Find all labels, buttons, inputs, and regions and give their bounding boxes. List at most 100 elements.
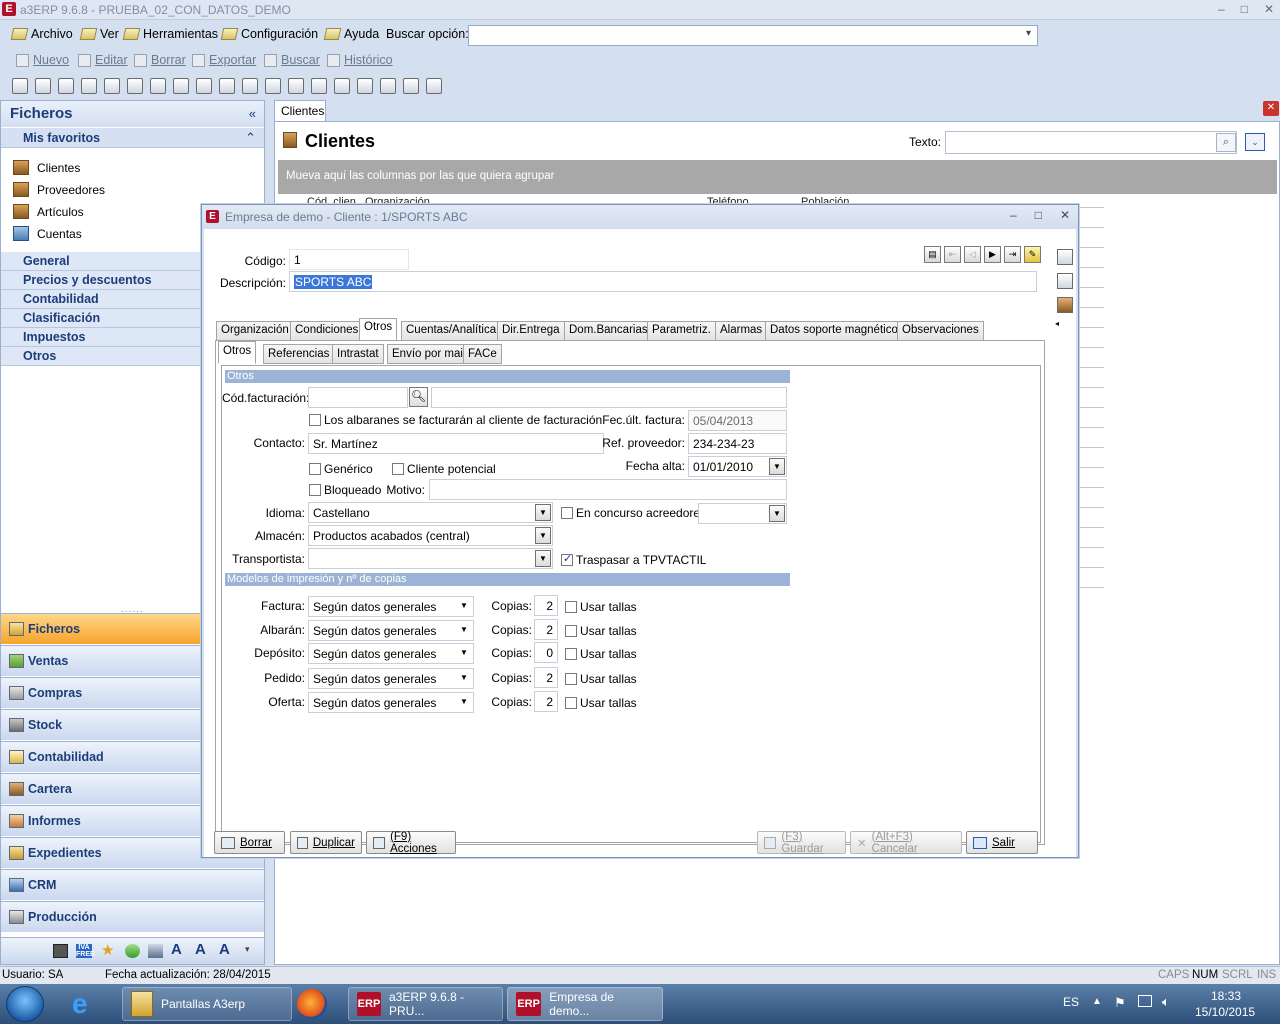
usar-tallas-checkbox[interactable] — [565, 601, 577, 613]
monitor-icon[interactable] — [53, 944, 68, 958]
tab-dom-bancarias[interactable]: Dom.Bancarias — [564, 321, 653, 341]
usar-tallas-checkbox[interactable] — [565, 625, 577, 637]
copias-field[interactable]: 2 — [534, 667, 558, 688]
tpv-checkbox[interactable] — [561, 552, 573, 566]
close-tab-icon[interactable]: ✕ — [1263, 101, 1279, 116]
model-select[interactable]: Según datos generales ▼ — [308, 596, 474, 617]
acciones-button[interactable]: (F9) Acciones — [366, 831, 456, 855]
subtab-referencias[interactable]: Referencias — [263, 344, 335, 364]
shortcut-icon[interactable] — [58, 78, 74, 94]
borrar-button[interactable]: Borrar — [214, 831, 285, 854]
transportista-select[interactable]: ▼ — [308, 548, 553, 569]
copias-field[interactable]: 2 — [534, 619, 558, 640]
chart-icon[interactable] — [127, 78, 143, 94]
nav-crm[interactable]: CRM — [1, 869, 264, 900]
tab-organizacion[interactable]: Organización — [216, 321, 294, 341]
document-icon[interactable] — [311, 78, 327, 94]
motivo-field[interactable] — [429, 479, 787, 500]
concurso-checkbox[interactable] — [561, 507, 573, 519]
nuevo-button[interactable]: Nuevo — [16, 53, 69, 67]
fav-clientes[interactable]: Clientes — [13, 160, 80, 175]
tab-alarmas[interactable]: Alarmas — [715, 321, 768, 341]
clock-time[interactable]: 18:33 — [1211, 989, 1241, 1003]
tax-a-icon[interactable]: A — [195, 941, 210, 958]
prev-record-icon[interactable]: ◁ — [964, 246, 981, 263]
menu-ayuda[interactable]: Ayuda — [323, 27, 379, 41]
menu-ver[interactable]: Ver — [79, 27, 119, 41]
tab-clientes[interactable]: Clientes — [274, 100, 326, 122]
cliente-potencial-checkbox[interactable] — [392, 463, 404, 475]
search-icon[interactable]: 🔍︎ — [409, 387, 428, 407]
shortcut-icon[interactable] — [12, 78, 28, 94]
borrar-button[interactable]: Borrar — [134, 53, 186, 67]
dialog-maximize-button[interactable]: □ — [1035, 208, 1042, 222]
duplicar-button[interactable]: Duplicar — [290, 831, 362, 854]
menu-configuracion[interactable]: Configuración — [220, 27, 318, 41]
tab-observaciones[interactable]: Observaciones — [897, 321, 984, 341]
menu-herramientas[interactable]: Herramientas — [122, 27, 218, 41]
flag-icon[interactable]: ⚑ — [1114, 995, 1126, 1011]
shortcut-icon[interactable] — [196, 78, 212, 94]
shortcut-icon[interactable] — [173, 78, 189, 94]
shortcut-icon[interactable] — [104, 78, 120, 94]
idioma-select[interactable]: Castellano ▼ — [308, 502, 553, 523]
menu-archivo[interactable]: Archivo — [10, 27, 73, 41]
chevron-down-icon[interactable]: ▼ — [535, 527, 551, 544]
tax-a-icon[interactable]: A — [171, 941, 186, 958]
close-button[interactable]: ✕ — [1264, 2, 1274, 16]
guardar-button[interactable]: (F3) Guardar — [757, 831, 846, 855]
shortcut-icon[interactable] — [219, 78, 235, 94]
chevron-down-icon[interactable]: ▼ — [535, 550, 551, 567]
clock-date[interactable]: 15/10/2015 — [1195, 1005, 1255, 1019]
almacen-select[interactable]: Productos acabados (central) ▼ — [308, 525, 553, 546]
briefcase-icon[interactable] — [403, 78, 419, 94]
tray-up-icon[interactable]: ▲ — [1092, 996, 1102, 1007]
tax-a-icon[interactable]: A — [219, 941, 234, 958]
tab-datos-soporte[interactable]: Datos soporte magnético — [765, 321, 903, 341]
nav-produccion[interactable]: Producción — [1, 901, 264, 932]
model-select[interactable]: Según datos generales ▼ — [308, 668, 474, 689]
model-select[interactable]: Según datos generales ▼ — [308, 620, 474, 641]
texto-search-input[interactable] — [945, 131, 1237, 154]
favorites-header[interactable]: Mis favoritos ⌃ — [1, 128, 264, 148]
subtab-intrastat[interactable]: Intrastat — [332, 344, 384, 364]
shortcut-icon[interactable] — [357, 78, 373, 94]
chevron-down-icon[interactable]: ▼ — [456, 670, 472, 687]
dialog-minimize-button[interactable]: – — [1010, 208, 1017, 222]
tab-condiciones[interactable]: Condiciones — [290, 321, 364, 341]
codigo-field[interactable]: 1 — [289, 249, 409, 270]
fecha-alta-field[interactable]: 01/01/2010 ▼ — [688, 456, 787, 477]
iva-free-icon[interactable]: IVA FREE — [76, 944, 95, 958]
editar-button[interactable]: Editar — [78, 53, 128, 67]
model-select[interactable]: Según datos generales ▼ — [308, 692, 474, 713]
fav-articulos[interactable]: Artículos — [13, 204, 84, 219]
fav-cuentas[interactable]: Cuentas — [13, 226, 82, 241]
recycle-icon[interactable] — [125, 944, 140, 958]
generico-checkbox[interactable] — [309, 463, 321, 475]
shortcut-icon[interactable] — [288, 78, 304, 94]
chevron-down-icon[interactable]: ▼ — [535, 504, 551, 521]
tab-dir-entrega[interactable]: Dir.Entrega — [497, 321, 565, 341]
cod-facturacion-field[interactable] — [308, 387, 408, 408]
tab-cuentas-analitica[interactable]: Cuentas/Analítica — [401, 321, 502, 341]
descripcion-field[interactable]: SPORTS ABC — [289, 271, 1037, 292]
buscar-button[interactable]: Buscar — [264, 53, 320, 67]
ref-proveedor-field[interactable]: 234-234-23 — [688, 433, 787, 454]
contacto-field[interactable]: Sr. Martínez — [308, 433, 604, 454]
first-record-icon[interactable]: ⇤ — [944, 246, 961, 263]
search-doc-icon[interactable] — [1057, 273, 1073, 289]
firefox-icon[interactable] — [297, 989, 327, 1019]
volume-icon[interactable]: 🔈︎ — [1162, 994, 1170, 1010]
chevron-down-icon[interactable]: ⌄ — [1245, 133, 1265, 151]
chevron-down-icon[interactable]: ▼ — [456, 645, 472, 662]
copias-field[interactable]: 2 — [534, 691, 558, 712]
chevron-down-icon[interactable]: ▼ — [456, 694, 472, 711]
note-pencil-icon[interactable]: ✎ — [1024, 246, 1041, 263]
shortcut-icon[interactable] — [81, 78, 97, 94]
money-icon[interactable] — [242, 78, 258, 94]
chevron-down-icon[interactable]: ▼ — [769, 458, 785, 475]
language-indicator[interactable]: ES — [1063, 995, 1079, 1009]
taskbar-pantallas[interactable]: Pantallas A3erp — [122, 987, 292, 1021]
chart-icon[interactable] — [148, 944, 163, 958]
chevron-up-icon[interactable]: ⌃ — [245, 130, 256, 146]
